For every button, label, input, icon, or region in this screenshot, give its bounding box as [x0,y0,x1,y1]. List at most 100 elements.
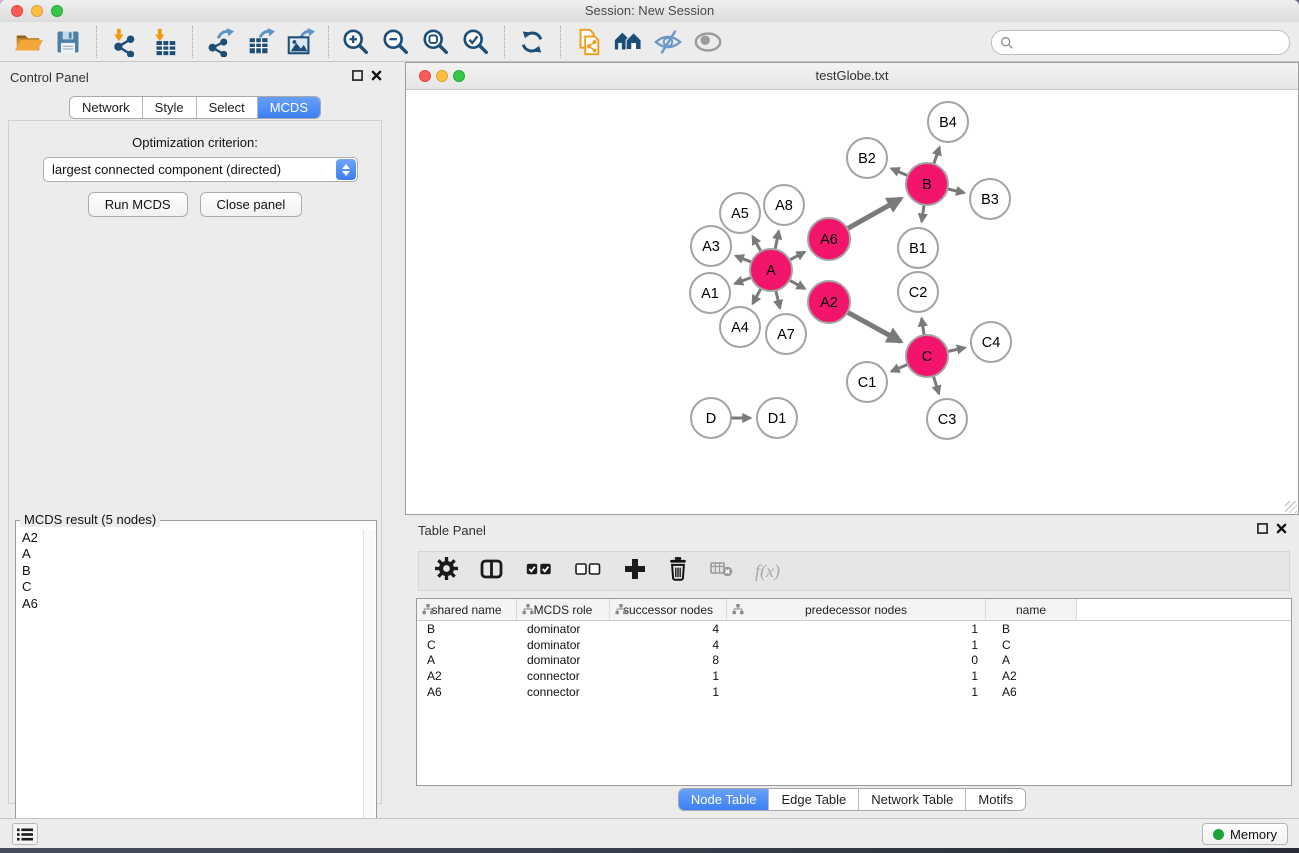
table-cell[interactable]: dominator [517,653,610,667]
table-options-icon[interactable] [435,557,458,585]
table-cell[interactable]: 4 [610,622,727,636]
run-mcds-button[interactable]: Run MCDS [88,192,188,217]
resize-corner[interactable] [1285,501,1297,513]
graph-edge-B-B3[interactable] [947,189,964,193]
hide-graphics-icon[interactable] [652,26,684,58]
network-canvas[interactable]: AA1A2A3A4A5A6A7A8BB1B2B3B4CC1C2C3C4DD1 [406,89,1298,514]
table-tab-network-table[interactable]: Network Table [859,789,966,810]
graph-node-B4[interactable]: B4 [928,102,968,142]
graph-edge-C-C2[interactable] [922,318,924,335]
table-tab-motifs[interactable]: Motifs [966,789,1025,810]
graph-edge-A-A1[interactable] [735,277,751,283]
graph-edge-C-C1[interactable] [891,364,907,371]
graph-node-C1[interactable]: C1 [847,362,887,402]
table-cell[interactable]: 1 [727,622,986,636]
graph-node-A4[interactable]: A4 [720,307,760,347]
clone-network-icon[interactable] [572,26,604,58]
delete-table-icon[interactable] [710,561,733,582]
graph-node-C3[interactable]: C3 [927,399,967,439]
table-tab-edge-table[interactable]: Edge Table [769,789,859,810]
zoom-selected-icon[interactable] [460,26,492,58]
table-cell[interactable]: dominator [517,622,610,636]
table-cell[interactable]: A6 [417,685,517,699]
add-column-icon[interactable] [624,558,646,585]
column-header-successor-nodes[interactable]: successor nodes [610,599,727,620]
tab-mcds[interactable]: MCDS [258,97,320,118]
table-cell[interactable]: 4 [610,638,727,652]
table-cell[interactable]: 0 [727,653,986,667]
close-panel-icon[interactable] [371,70,382,81]
float-panel-icon[interactable] [352,70,363,81]
export-image-icon[interactable] [284,26,316,58]
table-row[interactable]: Bdominator41B [417,621,1291,637]
table-cell[interactable]: 8 [610,653,727,667]
search-input[interactable] [1018,33,1281,53]
column-header-MCDS-role[interactable]: MCDS role [517,599,610,620]
table-row[interactable]: A6connector11A6 [417,684,1291,700]
show-columns-icon[interactable] [480,558,504,585]
column-header-predecessor-nodes[interactable]: predecessor nodes [727,599,986,620]
task-history-button[interactable] [12,823,38,845]
graph-edge-A6-B[interactable] [847,199,901,229]
column-header-name[interactable]: name [986,599,1077,620]
graph-edge-C-C3[interactable] [933,376,939,394]
graph-edge-A-A7[interactable] [776,290,780,308]
table-row[interactable]: Cdominator41C [417,637,1291,653]
select-all-icon[interactable] [526,562,553,581]
table-tab-node-table[interactable]: Node Table [679,789,770,810]
close-panel-button[interactable]: Close panel [200,192,303,217]
show-graphics-icon[interactable] [692,26,724,58]
graph-node-A[interactable]: A [750,249,792,291]
table-cell[interactable]: 1 [727,669,986,683]
graph-edge-A-A6[interactable] [790,252,805,260]
mcds-result-scrollbar[interactable] [363,530,375,848]
graph-node-C4[interactable]: C4 [971,322,1011,362]
tab-select[interactable]: Select [197,97,258,118]
mcds-result-item[interactable]: B [17,563,363,579]
graph-node-B[interactable]: B [906,163,948,205]
graph-edge-A-A8[interactable] [775,231,779,249]
node-table[interactable]: shared nameMCDS rolesuccessor nodesprede… [416,598,1292,786]
unselect-all-icon[interactable] [575,562,602,581]
graph-node-D1[interactable]: D1 [757,398,797,438]
mcds-result-item[interactable]: A [17,546,363,562]
function-builder-icon[interactable]: f(x) [755,561,780,582]
graph-edge-B-B2[interactable] [891,169,907,176]
table-cell[interactable]: C [417,638,517,652]
table-row[interactable]: Adominator80A [417,652,1291,668]
graph-node-A6[interactable]: A6 [808,218,850,260]
graph-node-A2[interactable]: A2 [808,281,850,323]
table-cell[interactable]: 1 [727,638,986,652]
graph-node-D[interactable]: D [691,398,731,438]
tab-network[interactable]: Network [70,97,143,118]
table-cell[interactable]: A6 [986,685,1077,699]
zoom-out-icon[interactable] [380,26,412,58]
table-cell[interactable]: dominator [517,638,610,652]
table-cell[interactable]: A2 [417,669,517,683]
import-network-icon[interactable] [108,26,140,58]
graph-node-B2[interactable]: B2 [847,138,887,178]
table-cell[interactable]: A [417,653,517,667]
mcds-result-list[interactable]: A2ABCA6 [17,530,363,848]
network-window-titlebar[interactable]: testGlobe.txt [406,63,1298,90]
graph-edge-A-A4[interactable] [753,288,761,303]
graph-node-A8[interactable]: A8 [764,185,804,225]
graph-node-A1[interactable]: A1 [690,273,730,313]
mcds-result-item[interactable]: C [17,579,363,595]
table-cell[interactable]: 1 [727,685,986,699]
column-header-shared-name[interactable]: shared name [417,599,517,620]
graph-edge-A-A3[interactable] [736,256,752,262]
save-session-icon[interactable] [52,26,84,58]
graph-edge-B-B4[interactable] [934,147,940,164]
graph-edge-C-C4[interactable] [948,348,965,352]
delete-column-icon[interactable] [668,557,688,586]
home-view-icon[interactable] [612,26,644,58]
table-cell[interactable]: A2 [986,669,1077,683]
close-table-panel-icon[interactable] [1276,523,1287,534]
zoom-in-icon[interactable] [340,26,372,58]
table-cell[interactable]: A [986,653,1077,667]
graph-node-A5[interactable]: A5 [720,193,760,233]
mcds-result-item[interactable]: A6 [17,596,363,612]
graph-edge-A-A2[interactable] [789,280,804,289]
export-network-icon[interactable] [204,26,236,58]
